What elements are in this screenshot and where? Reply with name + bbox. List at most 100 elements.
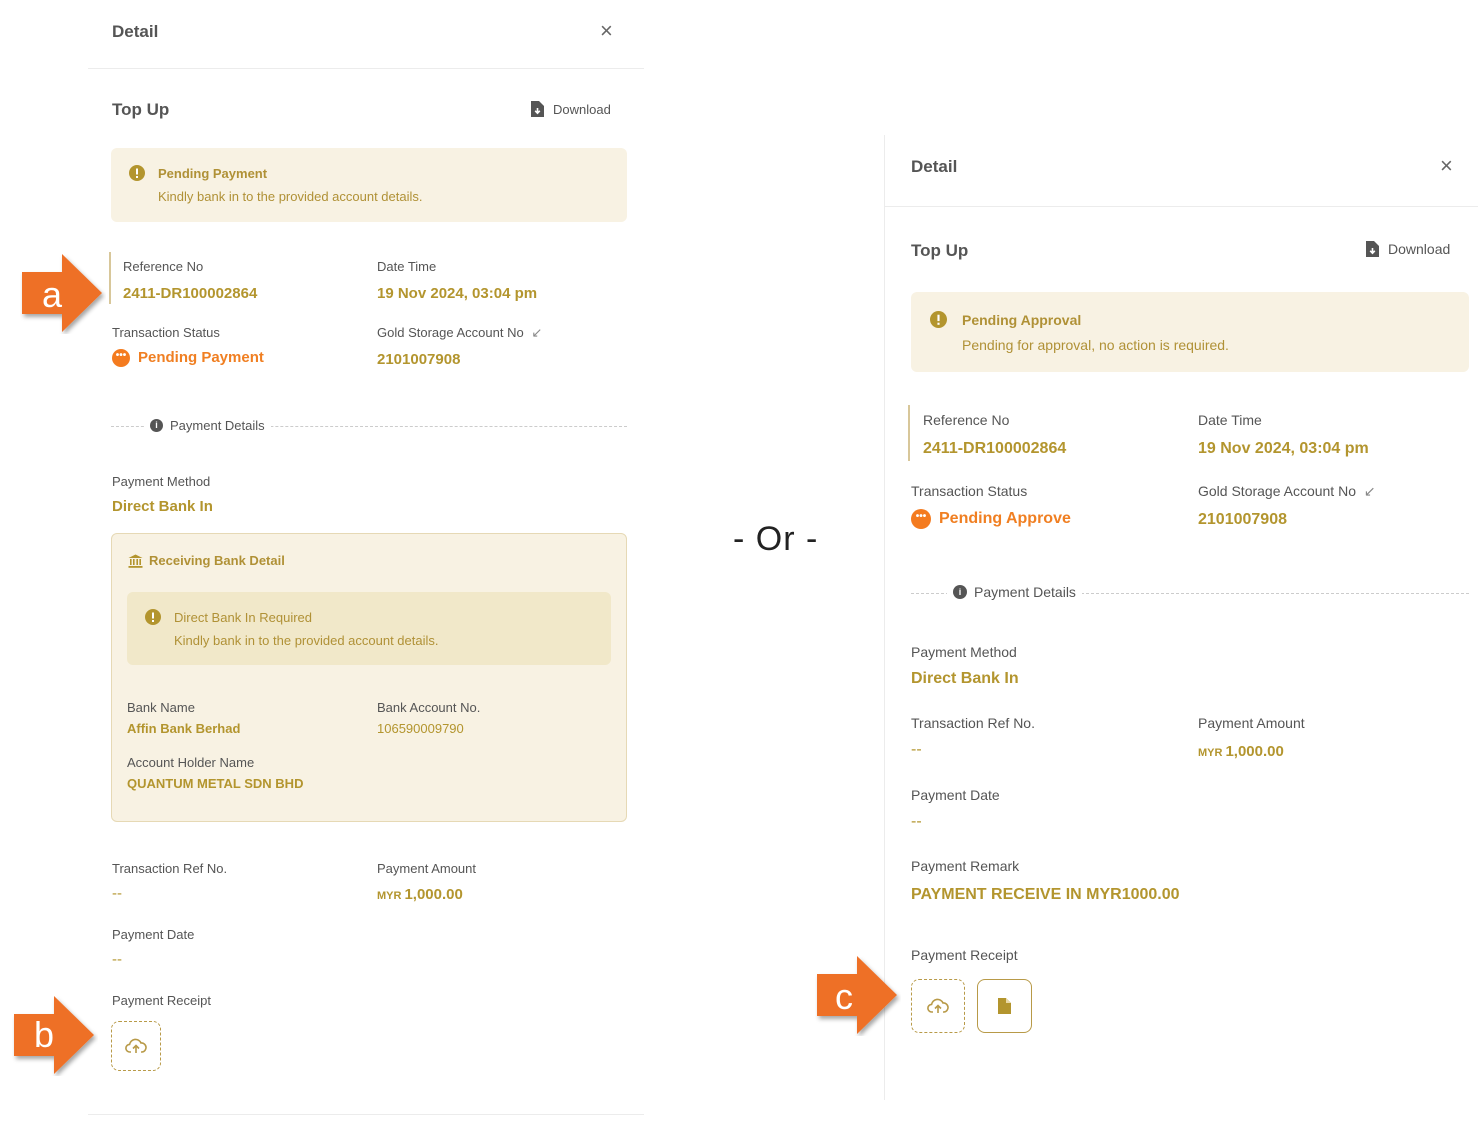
payment-amount-value: MYR 1,000.00 [377, 886, 463, 903]
section-title: Top Up [112, 100, 170, 119]
payment-amount-label: Payment Amount [377, 861, 476, 876]
gold-storage-label: Gold Storage Account No ↙ [1198, 483, 1376, 500]
payment-details-text: Payment Details [170, 418, 265, 433]
reference-no-value: 2411-DR100002864 [123, 285, 258, 302]
bank-account-label: Bank Account No. [377, 700, 481, 715]
payment-amount-value: MYR 1,000.00 [1198, 743, 1284, 760]
arrow-down-left-icon[interactable]: ↙ [1364, 483, 1376, 499]
detail-panel-left: Detail × Top Up Download Pending Payment… [88, 0, 644, 1125]
cloud-upload-icon [927, 998, 949, 1013]
section-title: Top Up [911, 241, 969, 260]
transaction-status-value: ••• Pending Approve [911, 509, 1071, 529]
callout-a-label: a [42, 274, 63, 315]
payment-date-value: -- [911, 813, 922, 830]
download-label: Download [553, 101, 611, 117]
pending-status-icon: ••• [911, 509, 931, 529]
reference-accent-bar [908, 405, 910, 461]
reference-accent-bar [109, 252, 111, 304]
txn-ref-value: -- [112, 885, 122, 902]
payment-remark-value: PAYMENT RECEIVE IN MYR1000.00 [911, 886, 1180, 903]
callout-c-label: c [835, 976, 853, 1017]
payment-details-heading: i Payment Details [947, 584, 1082, 600]
callout-c: c [815, 954, 901, 1036]
header-divider [88, 68, 644, 69]
payment-receipt-label: Payment Receipt [911, 947, 1018, 963]
gold-storage-label: Gold Storage Account No ↙ [377, 325, 542, 341]
warning-icon [145, 609, 161, 630]
payment-receipt-label: Payment Receipt [112, 993, 211, 1008]
transaction-status-label: Transaction Status [911, 483, 1028, 499]
receiving-bank-title: Receiving Bank Detail [128, 553, 285, 568]
arrow-down-left-icon[interactable]: ↙ [531, 325, 542, 340]
file-download-icon [1366, 241, 1379, 257]
download-button[interactable]: Download [1365, 240, 1450, 258]
payment-amount-text: 1,000.00 [1225, 743, 1284, 760]
download-button[interactable]: Download [530, 100, 611, 118]
direct-bank-alert-title: Direct Bank In Required [174, 610, 313, 625]
reference-no-label: Reference No [123, 259, 204, 274]
callout-b-label: b [34, 1014, 55, 1055]
header-divider [885, 206, 1478, 207]
close-icon[interactable]: × [1440, 155, 1453, 177]
payment-method-value: Direct Bank In [911, 670, 1019, 687]
payment-method-label: Payment Method [112, 474, 211, 489]
alert-title: Pending Approval [962, 312, 1082, 328]
direct-bank-alert-message: Kindly bank in to the provided account d… [174, 633, 439, 648]
gold-storage-label-text: Gold Storage Account No [377, 325, 524, 340]
receipt-file-button[interactable] [977, 979, 1032, 1033]
callout-arrow-icon [817, 956, 897, 1034]
gold-storage-value: 2101007908 [377, 351, 461, 368]
panel-title: Detail [911, 157, 958, 176]
bank-name-label: Bank Name [127, 700, 195, 715]
callout-a: a [20, 252, 106, 334]
upload-receipt-button[interactable] [911, 979, 965, 1033]
info-icon: i [150, 419, 163, 432]
gold-storage-label-text: Gold Storage Account No [1198, 483, 1356, 499]
pending-status-icon: ••• [112, 349, 130, 368]
receiving-bank-title-text: Receiving Bank Detail [149, 553, 285, 568]
file-download-icon [531, 101, 544, 117]
upload-receipt-button[interactable] [111, 1021, 161, 1071]
bank-icon [128, 554, 143, 568]
gold-storage-value: 2101007908 [1198, 511, 1287, 528]
payment-date-label: Payment Date [911, 787, 1000, 803]
callout-b: b [12, 994, 98, 1076]
receiving-bank-box: Receiving Bank Detail Direct Bank In Req… [111, 533, 627, 822]
reference-no-label: Reference No [923, 412, 1010, 428]
or-separator: - Or - [733, 520, 819, 558]
txn-ref-value: -- [911, 741, 922, 758]
close-icon[interactable]: × [600, 20, 613, 42]
info-icon: i [953, 585, 967, 599]
date-time-value: 19 Nov 2024, 03:04 pm [377, 285, 538, 302]
direct-bank-in-alert: Direct Bank In Required Kindly bank in t… [127, 592, 611, 665]
payment-details-heading: i Payment Details [144, 418, 271, 433]
payment-date-label: Payment Date [112, 927, 195, 942]
transaction-status-value: ••• Pending Payment [112, 349, 264, 368]
reference-no-value: 2411-DR100002864 [923, 440, 1067, 457]
date-time-value: 19 Nov 2024, 03:04 pm [1198, 440, 1369, 457]
payment-amount-label: Payment Amount [1198, 715, 1305, 731]
pending-payment-alert: Pending Payment Kindly bank in to the pr… [111, 148, 627, 222]
file-icon [998, 998, 1011, 1014]
payment-date-value: -- [112, 951, 122, 968]
callout-arrow-icon [14, 996, 94, 1074]
pending-approval-alert: Pending Approval Pending for approval, n… [911, 292, 1469, 372]
detail-panel-right: Detail × Top Up Download Pending Approva… [884, 135, 1478, 1100]
payment-method-label: Payment Method [911, 644, 1017, 660]
transaction-status-label: Transaction Status [112, 325, 220, 340]
payment-amount-text: 1,000.00 [404, 886, 463, 903]
holder-value: QUANTUM METAL SDN BHD [127, 776, 304, 791]
download-label: Download [1388, 241, 1451, 257]
payment-details-text: Payment Details [974, 584, 1076, 600]
warning-icon [930, 311, 947, 333]
currency-code: MYR [377, 890, 402, 902]
payment-remark-label: Payment Remark [911, 858, 1020, 874]
txn-ref-label: Transaction Ref No. [911, 715, 1035, 731]
footer-divider [88, 1114, 644, 1115]
bank-account-value: 106590009790 [377, 721, 464, 736]
transaction-status-text: Pending Payment [138, 349, 264, 366]
date-time-label: Date Time [1198, 412, 1262, 428]
txn-ref-label: Transaction Ref No. [112, 861, 228, 876]
transaction-status-text: Pending Approve [939, 510, 1071, 528]
date-time-label: Date Time [377, 259, 437, 274]
